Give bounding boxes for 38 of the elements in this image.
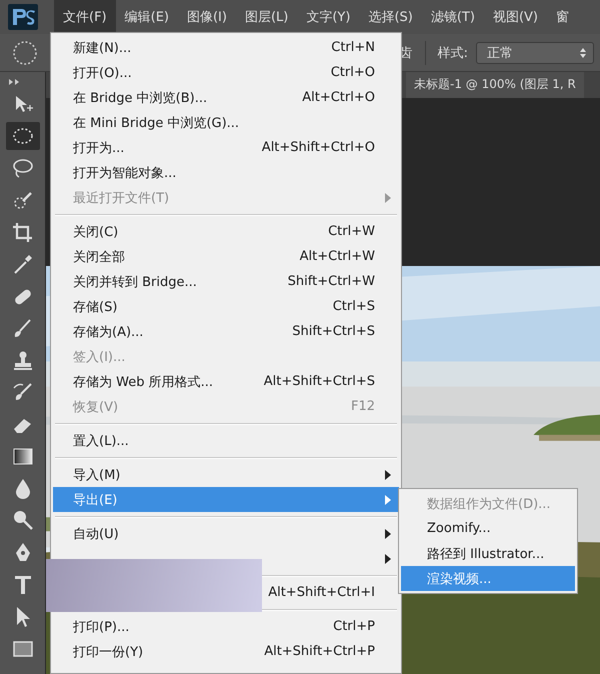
menu-item[interactable]: 图像(I): [178, 0, 236, 34]
menu-item[interactable]: 关闭并转到 Bridge... Shift+Ctrl+W: [53, 269, 399, 294]
submenu-arrow-icon[interactable]: [385, 528, 391, 538]
menu-item[interactable]: 打印(P)... Ctrl+P: [53, 614, 399, 639]
menu-item[interactable]: 窗: [547, 0, 578, 34]
menu-item[interactable]: 图层(L): [236, 0, 298, 34]
menu-item[interactable]: 打开(O)... Ctrl+O: [53, 60, 399, 85]
submenu-arrow-icon[interactable]: [385, 554, 391, 564]
menu-item[interactable]: 存储为(A)... Shift+Ctrl+S: [53, 319, 399, 344]
submenu-arrow-icon[interactable]: [385, 470, 391, 480]
menu-item[interactable]: Zoomify...: [401, 516, 575, 541]
menu-item[interactable]: 置入(L)...: [53, 428, 399, 453]
menu-item[interactable]: 在 Mini Bridge 中浏览(G)...: [53, 110, 399, 135]
elliptical-marquee-icon[interactable]: [6, 122, 40, 150]
shortcut-label[interactable]: Alt+Shift+Ctrl+I: [268, 585, 375, 600]
document-tab[interactable]: 未标题-1 @ 100% (图层 1, R: [406, 72, 584, 98]
menu-item[interactable]: 路径到 Illustrator...: [401, 541, 575, 566]
app-logo-icon[interactable]: [8, 4, 38, 30]
menu-item[interactable]: 文字(Y): [297, 0, 360, 34]
menu-item[interactable]: 打开为... Alt+Shift+Ctrl+O: [53, 135, 399, 160]
menu-item[interactable]: 存储为 Web 所用格式... Alt+Shift+Ctrl+S: [53, 369, 399, 394]
menu-item[interactable]: 存储(S) Ctrl+S: [53, 294, 399, 319]
menu-item[interactable]: 视图(V): [484, 0, 547, 34]
menu-item[interactable]: 文件(F): [54, 0, 116, 34]
menu-item[interactable]: 选择(S): [359, 0, 422, 34]
menu-item[interactable]: 打印一份(Y) Alt+Shift+Ctrl+P: [53, 639, 399, 664]
menu-item[interactable]: 关闭(C) Ctrl+W: [53, 219, 399, 244]
menu-item[interactable]: 自动(U): [53, 521, 399, 546]
menu-item[interactable]: 导入(M): [53, 462, 399, 487]
updown-arrow-icon[interactable]: [579, 46, 587, 58]
menu-item[interactable]: 在 Bridge 中浏览(B)... Alt+Ctrl+O: [53, 85, 399, 110]
menu-item[interactable]: 关闭全部 Alt+Ctrl+W: [53, 244, 399, 269]
menu-item[interactable]: 新建(N)... Ctrl+N: [53, 35, 399, 60]
menu-item[interactable]: 滤镜(T): [422, 0, 484, 34]
menu-item[interactable]: 打开为智能对象...: [53, 160, 399, 185]
style-dropdown[interactable]: 正常: [476, 42, 594, 64]
menu-item[interactable]: 编辑(E): [116, 0, 178, 34]
style-label: 样式:: [438, 44, 468, 62]
